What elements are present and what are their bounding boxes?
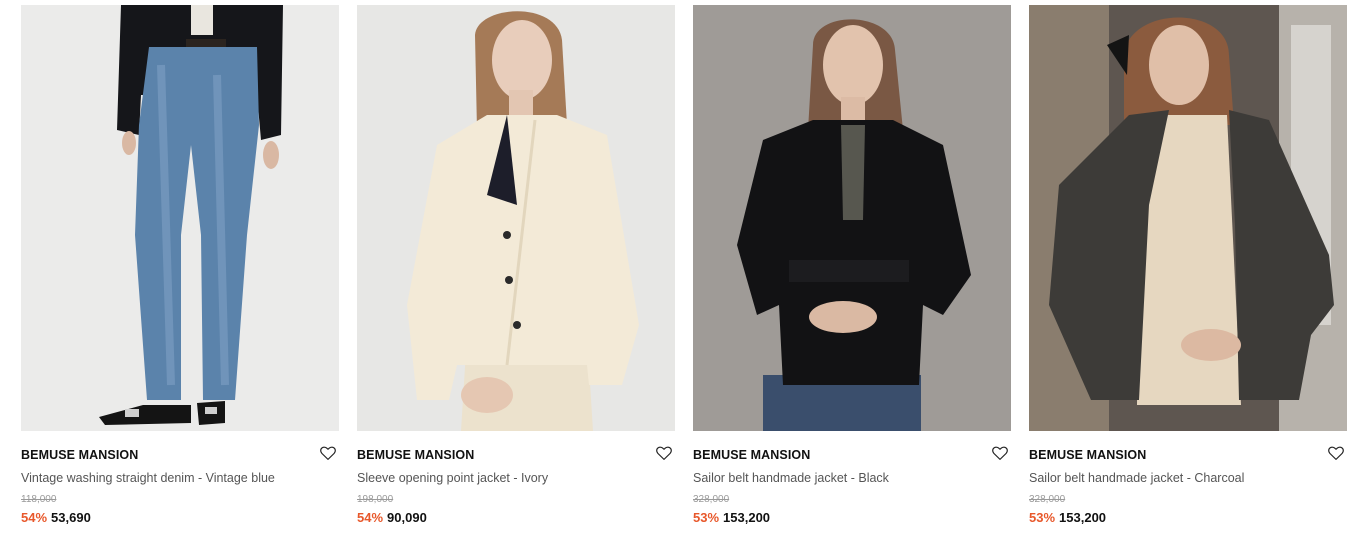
product-name[interactable]: Sailor belt handmade jacket - Charcoal <box>1029 470 1347 486</box>
product-image-charcoal-jacket[interactable] <box>1029 5 1347 431</box>
brand-name[interactable]: BEMUSE MANSION <box>21 448 138 462</box>
original-price: 328,000 <box>1029 494 1066 505</box>
discount-rate: 53% <box>1029 510 1056 525</box>
heart-outline-icon[interactable] <box>319 444 337 462</box>
heart-outline-icon[interactable] <box>1327 444 1345 462</box>
product-card[interactable]: BEMUSE MANSION Vintage washing straight … <box>21 5 339 526</box>
brand-name[interactable]: BEMUSE MANSION <box>1029 448 1146 462</box>
price-row: 53% 153,200 <box>1029 510 1347 526</box>
original-price: 198,000 <box>357 494 394 505</box>
product-card[interactable]: BEMUSE MANSION Sailor belt handmade jack… <box>693 5 1011 526</box>
product-card[interactable]: BEMUSE MANSION Sailor belt handmade jack… <box>1029 5 1347 526</box>
product-name[interactable]: Sailor belt handmade jacket - Black <box>693 470 1011 486</box>
product-grid: BEMUSE MANSION Vintage washing straight … <box>0 0 1361 534</box>
sale-price: 53,690 <box>51 510 91 525</box>
discount-rate: 53% <box>693 510 720 525</box>
heart-outline-icon[interactable] <box>991 444 1009 462</box>
brand-name[interactable]: BEMUSE MANSION <box>693 448 810 462</box>
price-row: 54% 53,690 <box>21 510 339 526</box>
discount-rate: 54% <box>357 510 384 525</box>
price-row: 53% 153,200 <box>693 510 1011 526</box>
heart-outline-icon[interactable] <box>655 444 673 462</box>
product-image-denim[interactable] <box>21 5 339 431</box>
discount-rate: 54% <box>21 510 48 525</box>
original-price: 328,000 <box>693 494 730 505</box>
sale-price: 153,200 <box>1059 510 1107 525</box>
product-name[interactable]: Sleeve opening point jacket - Ivory <box>357 470 675 486</box>
product-image-ivory-jacket[interactable] <box>357 5 675 431</box>
sale-price: 153,200 <box>723 510 771 525</box>
brand-name[interactable]: BEMUSE MANSION <box>357 448 474 462</box>
original-price: 118,000 <box>21 494 57 505</box>
product-card[interactable]: BEMUSE MANSION Sleeve opening point jack… <box>357 5 675 526</box>
product-image-black-jacket[interactable] <box>693 5 1011 431</box>
price-row: 54% 90,090 <box>357 510 675 526</box>
sale-price: 90,090 <box>387 510 427 525</box>
product-name[interactable]: Vintage washing straight denim - Vintage… <box>21 470 339 486</box>
